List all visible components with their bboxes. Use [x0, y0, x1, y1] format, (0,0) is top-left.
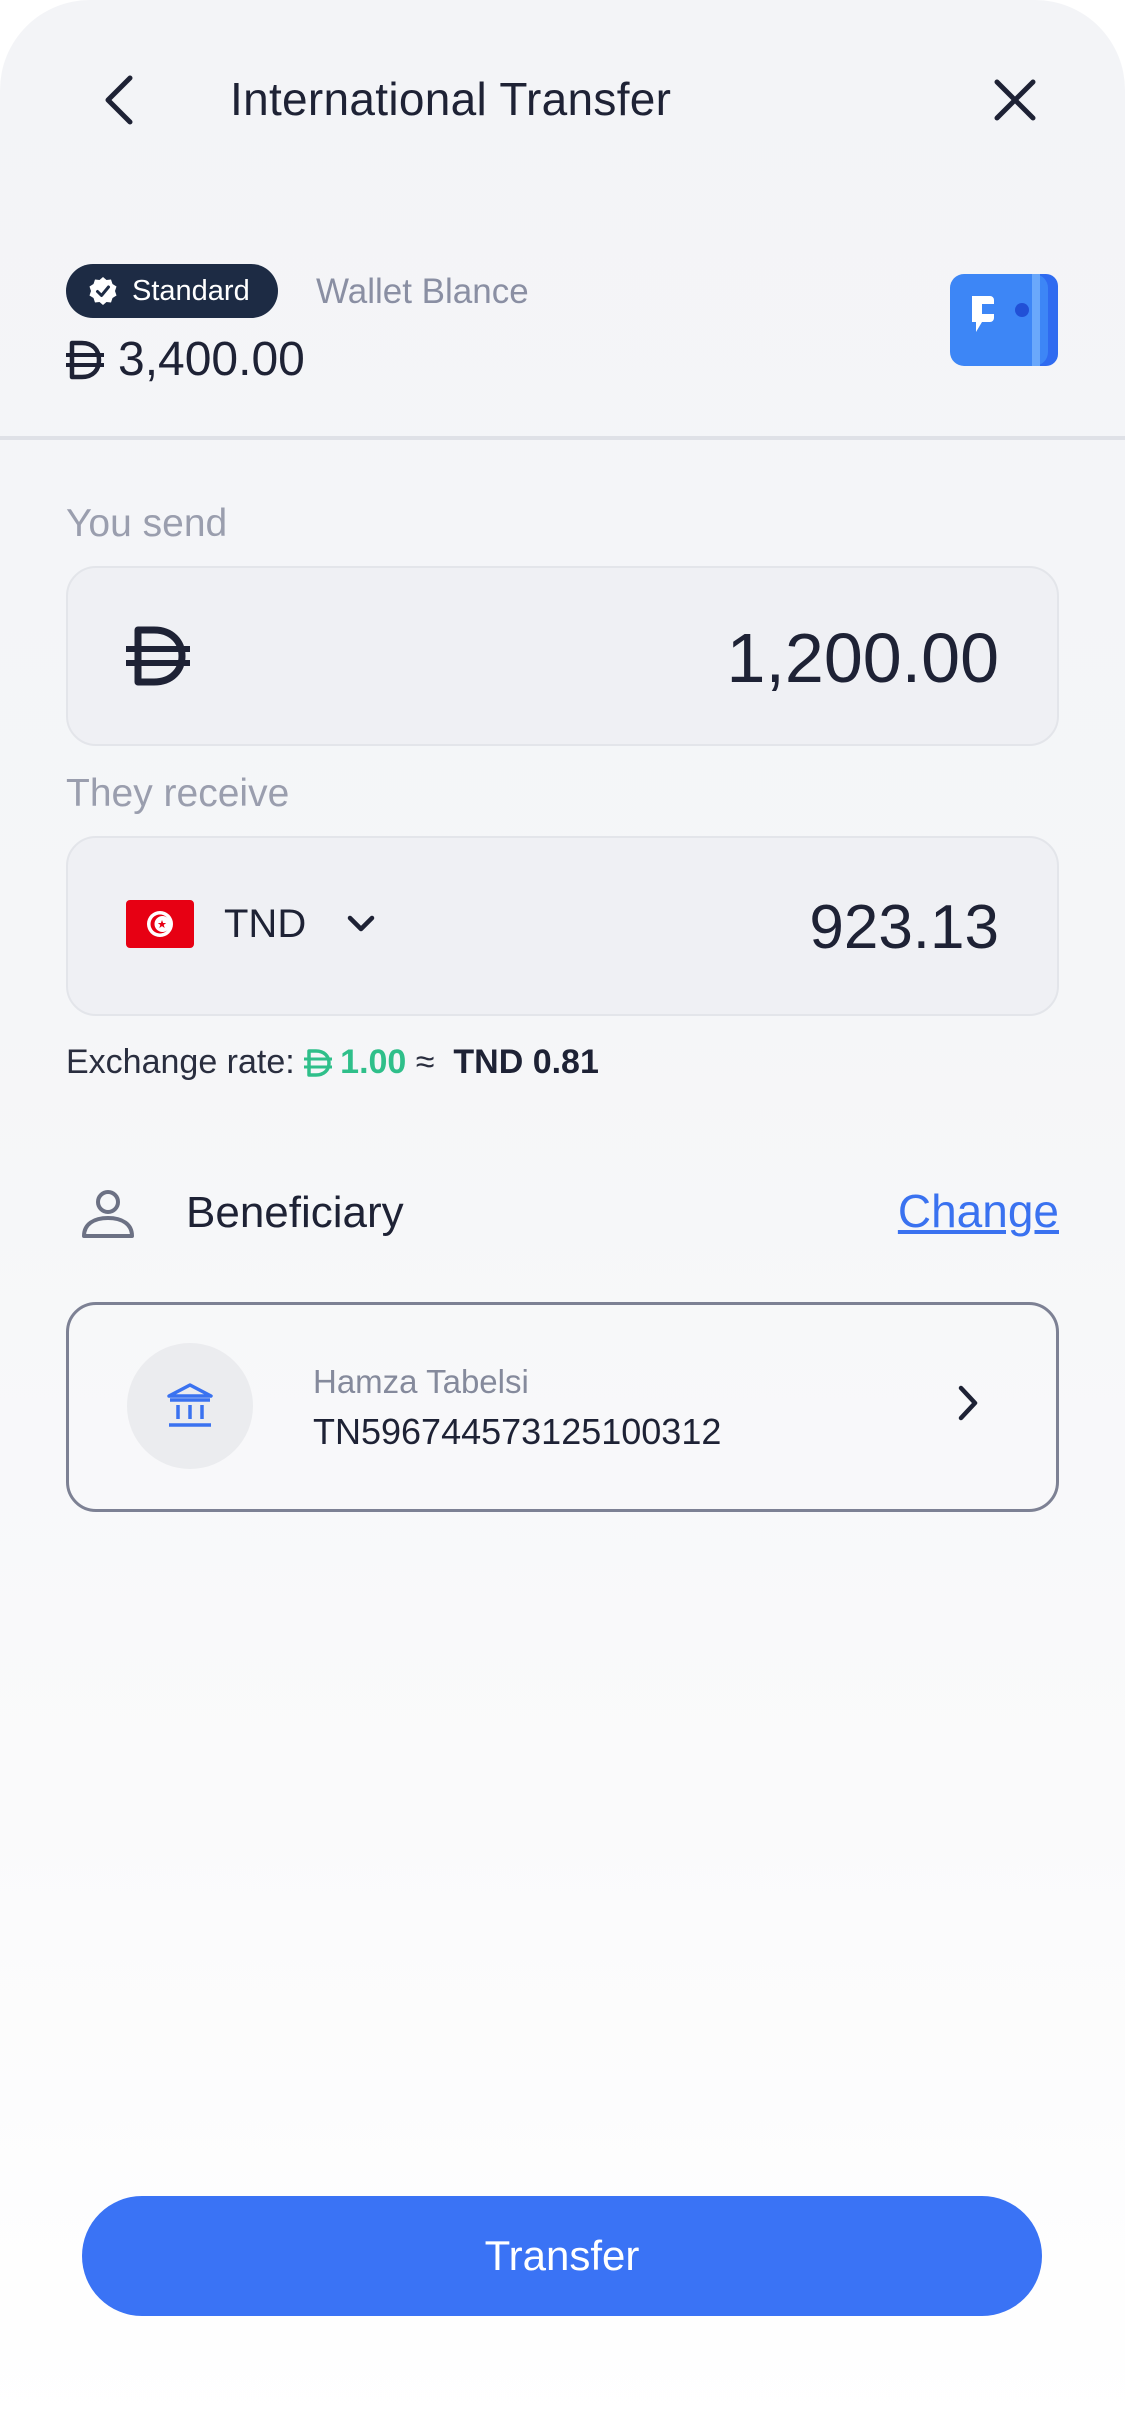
- wallet-icon[interactable]: [950, 272, 1060, 368]
- close-icon: [994, 79, 1036, 121]
- back-button[interactable]: [90, 70, 150, 130]
- send-amount-field[interactable]: 1,200.00: [66, 566, 1059, 746]
- wallet-balance: 3,400.00: [66, 332, 305, 387]
- beneficiary-header: Beneficiary Change: [66, 1180, 1059, 1250]
- bank-avatar: [127, 1343, 253, 1469]
- exchange-rate-label: Exchange rate:: [66, 1043, 295, 1081]
- status-badge: Standard: [66, 264, 278, 318]
- page-title: International Transfer: [230, 73, 672, 125]
- chevron-left-icon: [105, 75, 133, 125]
- bank-icon: [167, 1383, 213, 1427]
- currency-symbol-icon: [126, 626, 190, 686]
- header: International Transfer: [0, 0, 1125, 200]
- exchange-rate-to-value: TND 0.81: [453, 1043, 599, 1081]
- exchange-rate: Exchange rate: 1.00 ≈ TND 0.81: [66, 1043, 599, 1082]
- close-button[interactable]: [985, 70, 1045, 130]
- beneficiary-title: Beneficiary: [186, 1188, 404, 1237]
- person-icon: [82, 1190, 134, 1238]
- divider: [0, 436, 1125, 440]
- transfer-button[interactable]: Transfer: [82, 2196, 1042, 2316]
- verified-check-icon: [89, 277, 117, 305]
- currency-dropdown[interactable]: TND: [126, 900, 376, 948]
- exchange-rate-from-value: 1.00: [340, 1043, 407, 1081]
- currency-code: TND: [224, 901, 307, 946]
- wallet-label: Wallet Blance: [316, 272, 529, 311]
- send-label: You send: [66, 502, 228, 545]
- balance-amount: 3,400.00: [118, 333, 305, 386]
- currency-symbol-icon: [66, 340, 104, 379]
- exchange-rate-from: 1.00: [304, 1043, 406, 1082]
- receive-amount-field[interactable]: TND 923.13: [66, 836, 1059, 1016]
- chevron-right-icon: [958, 1385, 978, 1421]
- chevron-down-icon: [347, 915, 375, 932]
- currency-symbol-icon: [304, 1048, 333, 1077]
- receive-label: They receive: [66, 772, 290, 815]
- beneficiary-iban: TN596744573125100312: [313, 1411, 722, 1452]
- tunisia-flag-icon: [126, 900, 194, 948]
- screen: International Transfer Standard Wallet B…: [0, 0, 1125, 2436]
- beneficiary-name: Hamza Tabelsi: [313, 1363, 529, 1400]
- wallet-summary: Standard Wallet Blance 3,400.00: [0, 200, 1125, 438]
- receive-amount: 923.13: [809, 893, 999, 962]
- send-amount: 1,200.00: [726, 619, 999, 697]
- badge-label: Standard: [132, 274, 250, 307]
- approx-sign: ≈: [415, 1043, 435, 1081]
- change-beneficiary-link[interactable]: Change: [898, 1184, 1059, 1238]
- beneficiary-card[interactable]: Hamza Tabelsi TN596744573125100312: [66, 1302, 1059, 1512]
